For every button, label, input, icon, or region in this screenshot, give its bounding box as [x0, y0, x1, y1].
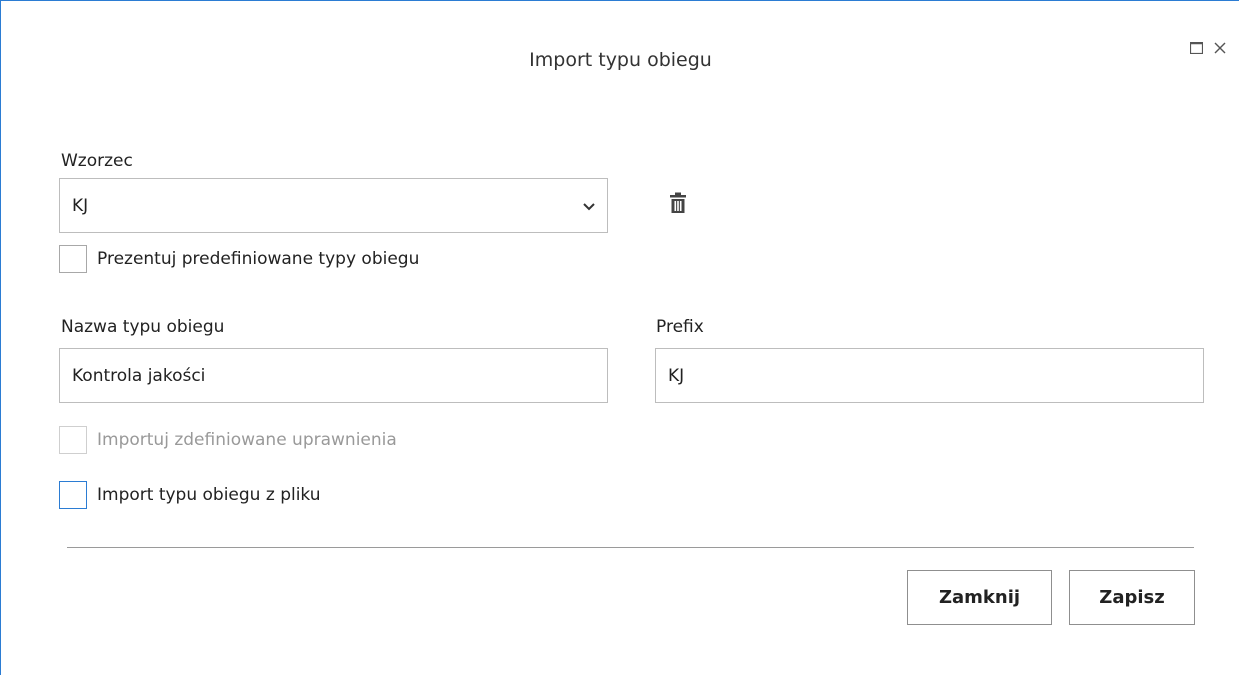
template-label: Wzorzec [61, 151, 133, 171]
import-permissions-label: Importuj zdefiniowane uprawnienia [97, 430, 397, 450]
chevron-down-icon [583, 203, 595, 211]
import-permissions-row: Importuj zdefiniowane uprawnienia [59, 426, 397, 454]
template-selected-value: KJ [72, 195, 89, 216]
divider [67, 547, 1194, 548]
maximize-button[interactable] [1187, 39, 1205, 57]
import-from-file-label: Import typu obiegu z pliku [97, 485, 321, 505]
prefix-label: Prefix [656, 317, 704, 337]
import-from-file-checkbox[interactable] [59, 481, 87, 509]
template-select[interactable]: KJ [59, 178, 608, 233]
save-button[interactable]: Zapisz [1069, 570, 1195, 625]
import-dialog: Import typu obiegu Wzorzec KJ Prezentuj … [0, 0, 1239, 675]
close-icon [1214, 42, 1226, 54]
name-input[interactable]: Kontrola jakości [59, 348, 608, 403]
show-predefined-checkbox[interactable] [59, 245, 87, 273]
window-controls [1187, 39, 1229, 57]
trash-icon[interactable] [668, 192, 688, 214]
close-button[interactable] [1211, 39, 1229, 57]
import-permissions-checkbox [59, 426, 87, 454]
show-predefined-label: Prezentuj predefiniowane typy obiegu [97, 249, 420, 269]
prefix-input[interactable]: KJ [655, 348, 1204, 403]
name-value: Kontrola jakości [72, 365, 206, 386]
show-predefined-row[interactable]: Prezentuj predefiniowane typy obiegu [59, 245, 419, 273]
maximize-icon [1189, 42, 1203, 54]
dialog-title: Import typu obiegu [529, 49, 712, 71]
prefix-value: KJ [668, 365, 685, 386]
name-label: Nazwa typu obiegu [61, 317, 225, 337]
import-from-file-row[interactable]: Import typu obiegu z pliku [59, 481, 321, 509]
close-dialog-button[interactable]: Zamknij [907, 570, 1052, 625]
